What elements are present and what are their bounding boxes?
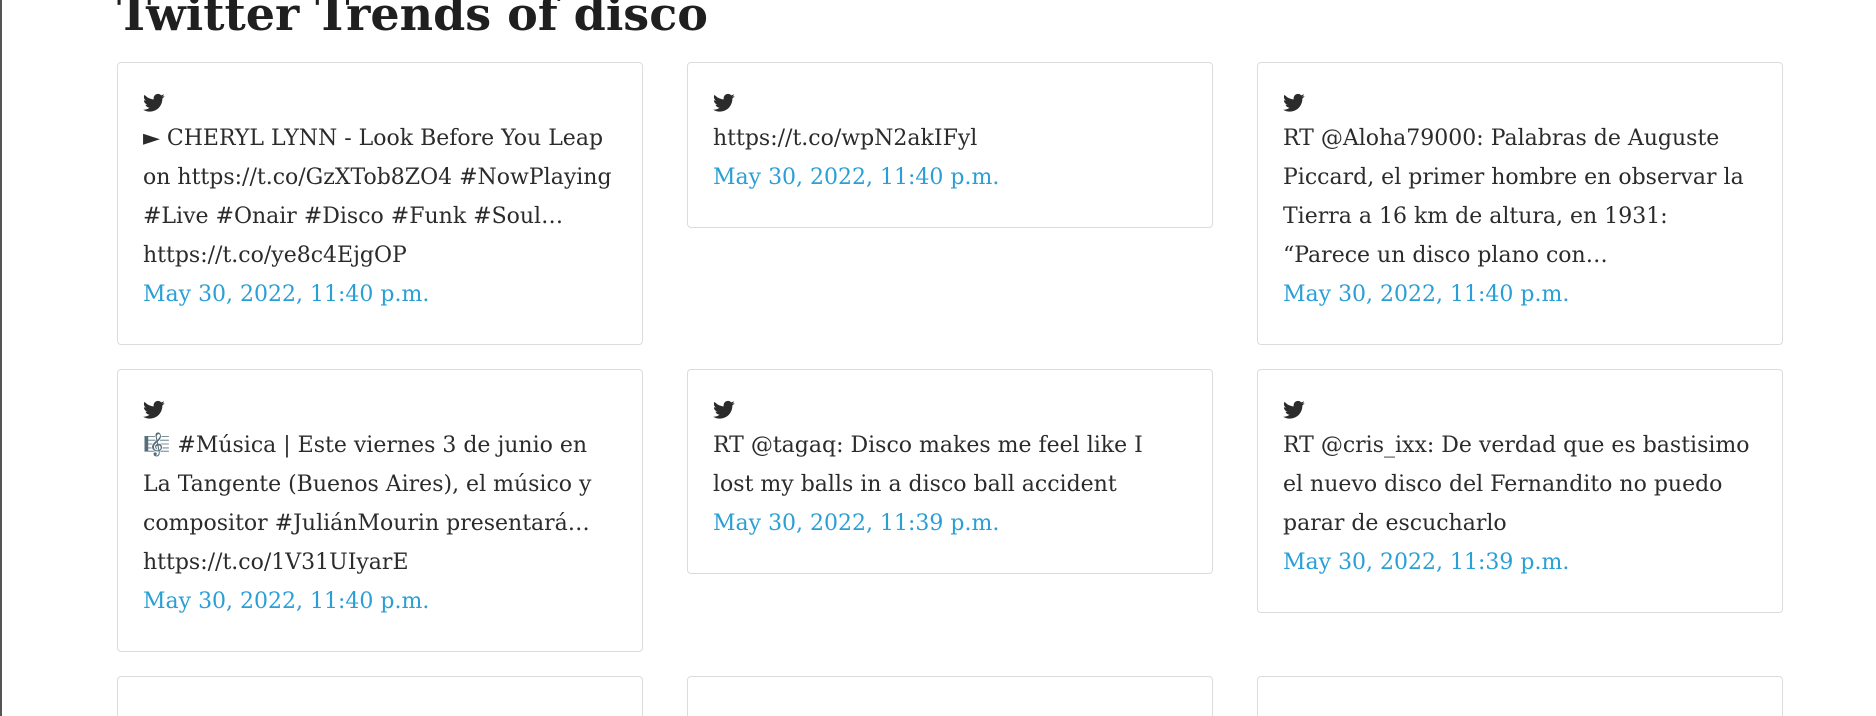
tweet-text: RT @tagaq: Disco makes me feel like I lo… bbox=[713, 433, 1143, 497]
tweet-text: 🎼 #Música | Este viernes 3 de junio en L… bbox=[143, 433, 592, 575]
twitter-bird-icon bbox=[713, 93, 735, 113]
tweet-card: https://t.co/wpN2akIFyl May 30, 2022, 11… bbox=[687, 62, 1213, 228]
twitter-bird-icon bbox=[713, 400, 735, 420]
page: Twitter Trends of disco ► CHERYL LYNN - … bbox=[0, 0, 1876, 716]
tweet-card-partial bbox=[1257, 676, 1783, 716]
tweet-grid: ► CHERYL LYNN - Look Before You Leap on … bbox=[117, 62, 1783, 716]
tweet-text: ► CHERYL LYNN - Look Before You Leap on … bbox=[143, 126, 612, 268]
tweet-date-link[interactable]: May 30, 2022, 11:40 p.m. bbox=[143, 275, 617, 314]
tweet-text: RT @Aloha79000: Palabras de Auguste Picc… bbox=[1283, 126, 1744, 268]
twitter-bird-icon bbox=[1283, 93, 1305, 113]
twitter-bird-icon bbox=[143, 93, 165, 113]
tweet-date-link[interactable]: May 30, 2022, 11:39 p.m. bbox=[1283, 543, 1757, 582]
tweet-date-link[interactable]: May 30, 2022, 11:40 p.m. bbox=[143, 582, 617, 621]
twitter-bird-icon bbox=[143, 400, 165, 420]
tweet-card: ► CHERYL LYNN - Look Before You Leap on … bbox=[117, 62, 643, 345]
tweet-date-link[interactable]: May 30, 2022, 11:40 p.m. bbox=[713, 158, 1187, 197]
twitter-bird-icon bbox=[1283, 400, 1305, 420]
tweet-date-link[interactable]: May 30, 2022, 11:40 p.m. bbox=[1283, 275, 1757, 314]
tweet-text: https://t.co/wpN2akIFyl bbox=[713, 126, 978, 151]
tweet-date-link[interactable]: May 30, 2022, 11:39 p.m. bbox=[713, 504, 1187, 543]
page-title: Twitter Trends of disco bbox=[117, 0, 708, 41]
tweet-text: RT @cris_ixx: De verdad que es bastisimo… bbox=[1283, 433, 1750, 536]
tweet-card: RT @tagaq: Disco makes me feel like I lo… bbox=[687, 369, 1213, 574]
tweet-card-partial bbox=[687, 676, 1213, 716]
tweet-card: RT @cris_ixx: De verdad que es bastisimo… bbox=[1257, 369, 1783, 613]
tweet-card: RT @Aloha79000: Palabras de Auguste Picc… bbox=[1257, 62, 1783, 345]
tweet-card: 🎼 #Música | Este viernes 3 de junio en L… bbox=[117, 369, 643, 652]
tweet-card-partial bbox=[117, 676, 643, 716]
